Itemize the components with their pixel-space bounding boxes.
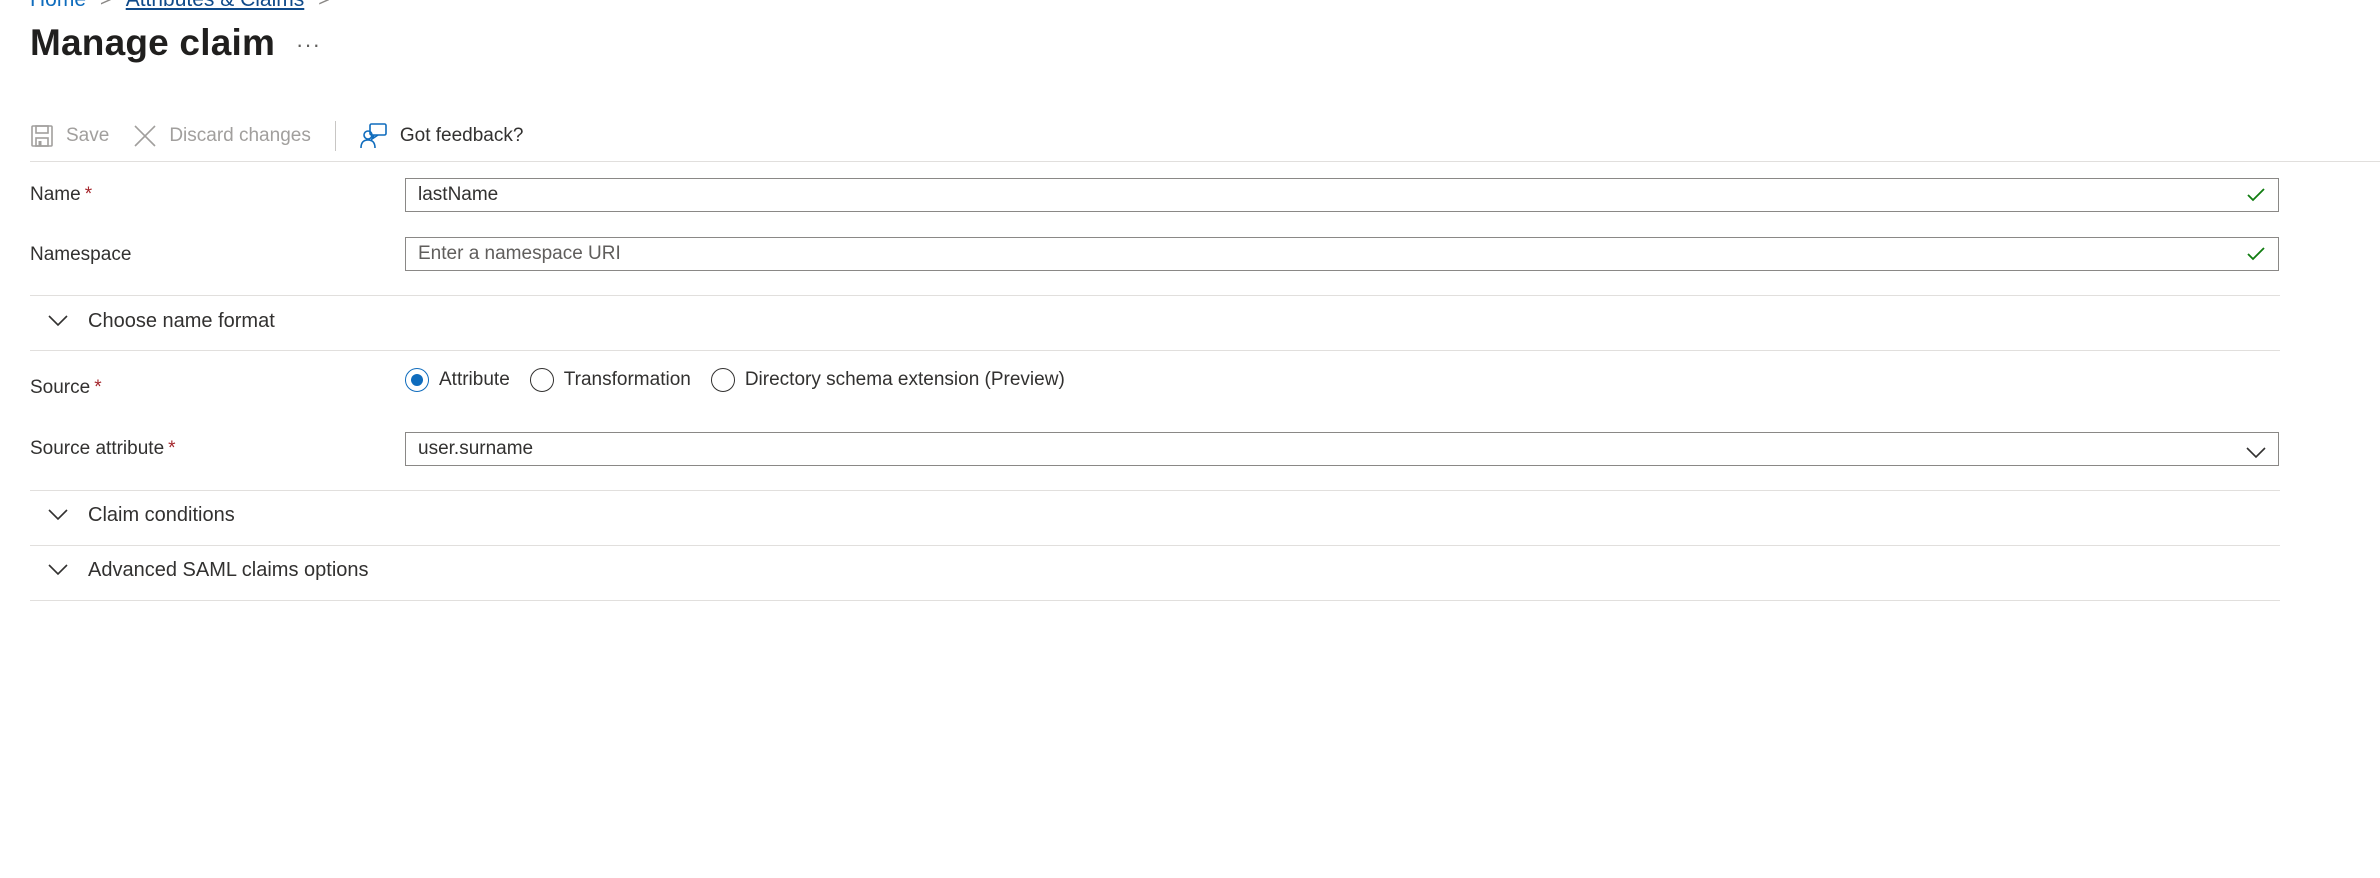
- toolbar-divider-line: [30, 161, 2380, 162]
- chevron-down-icon: [48, 559, 68, 582]
- close-icon: [133, 124, 157, 148]
- name-label-text: Name: [30, 184, 81, 205]
- radio-dot: [411, 374, 423, 386]
- required-marker: *: [94, 377, 102, 398]
- breadcrumb-home-link[interactable]: Home: [30, 0, 86, 12]
- source-option-label: Attribute: [439, 369, 510, 390]
- save-label: Save: [66, 125, 110, 146]
- source-attribute-dropdown[interactable]: user.surname: [405, 432, 2279, 466]
- discard-changes-label: Discard changes: [169, 125, 311, 146]
- source-label: Source *: [30, 377, 102, 399]
- checkmark-icon: [2246, 187, 2266, 209]
- source-option-label: Directory schema extension (Preview): [744, 369, 1065, 390]
- advanced-saml-options-label: Advanced SAML claims options: [88, 559, 369, 581]
- source-radio-group: Attribute Transformation Directory schem…: [405, 368, 1085, 392]
- toolbar-divider: [334, 121, 336, 151]
- section-divider: [30, 600, 2280, 601]
- section-divider: [30, 295, 2280, 296]
- namespace-input[interactable]: Enter a namespace URI: [405, 237, 2279, 271]
- claim-conditions-label: Claim conditions: [88, 504, 235, 526]
- chevron-down-icon: [48, 310, 68, 333]
- breadcrumb-separator: >: [100, 0, 112, 12]
- source-option-transformation[interactable]: Transformation: [529, 368, 691, 392]
- source-option-attribute[interactable]: Attribute: [405, 368, 510, 392]
- source-attribute-value: user.surname: [418, 438, 534, 459]
- namespace-input-placeholder: Enter a namespace URI: [418, 243, 621, 264]
- advanced-saml-options-toggle[interactable]: Advanced SAML claims options: [48, 559, 369, 582]
- section-divider: [30, 350, 2280, 351]
- required-marker: *: [84, 184, 93, 205]
- feedback-label: Got feedback?: [399, 125, 524, 146]
- section-divider: [30, 490, 2280, 491]
- breadcrumb-separator: >: [318, 0, 330, 12]
- breadcrumb: Home > Attributes & Claims >: [30, 0, 330, 12]
- chevron-down-icon: [48, 504, 68, 527]
- name-input[interactable]: lastName: [405, 178, 2279, 212]
- feedback-icon: [360, 123, 388, 149]
- radio-button[interactable]: [710, 368, 735, 392]
- section-divider: [30, 545, 2280, 546]
- choose-name-format-label: Choose name format: [88, 310, 275, 332]
- required-marker: *: [168, 438, 176, 459]
- source-attribute-label: Source attribute *: [30, 438, 176, 460]
- source-option-directory-schema-extension[interactable]: Directory schema extension (Preview): [710, 368, 1065, 392]
- command-bar: Save Discard changes Got feedback?: [30, 118, 547, 154]
- breadcrumb-attributes-link[interactable]: Attributes & Claims: [126, 0, 305, 12]
- chevron-down-icon: [2246, 443, 2266, 465]
- save-icon: [30, 124, 54, 148]
- claim-conditions-toggle[interactable]: Claim conditions: [48, 504, 235, 527]
- radio-button-checked[interactable]: [405, 368, 429, 392]
- save-button[interactable]: Save: [30, 124, 109, 148]
- discard-changes-button[interactable]: Discard changes: [133, 124, 311, 148]
- source-label-text: Source: [30, 377, 91, 398]
- feedback-button[interactable]: Got feedback?: [360, 123, 524, 149]
- checkmark-icon: [2246, 246, 2266, 268]
- choose-name-format-toggle[interactable]: Choose name format: [48, 310, 275, 333]
- more-options-button[interactable]: ···: [296, 32, 321, 58]
- namespace-label: Namespace: [30, 244, 132, 265]
- page-title: Manage claim: [30, 22, 276, 63]
- name-input-value: lastName: [418, 184, 499, 205]
- radio-button[interactable]: [529, 368, 554, 392]
- source-attribute-label-text: Source attribute: [30, 438, 165, 459]
- name-label: Name *: [30, 184, 92, 206]
- source-option-label: Transformation: [563, 369, 691, 390]
